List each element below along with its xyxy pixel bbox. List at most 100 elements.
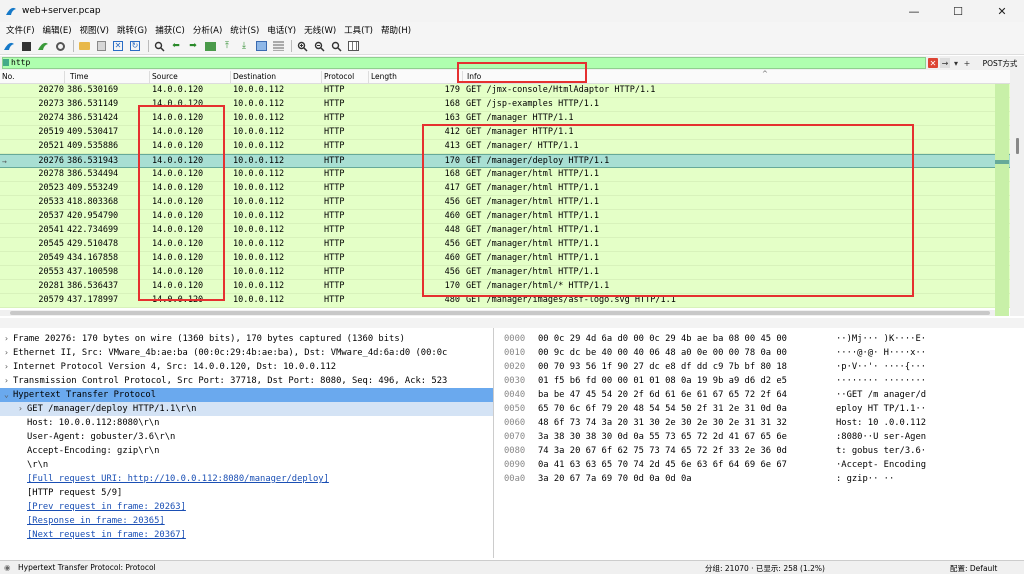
bytes-hex[interactable]: 74 3a 20 67 6f 62 75 73 74 65 72 2f 33 2…: [538, 444, 787, 458]
menu-capture[interactable]: 捕获(C): [151, 24, 189, 36]
bytes-offset[interactable]: 0060: [504, 416, 525, 430]
column-header-no[interactable]: No.: [2, 72, 14, 81]
filter-bookmark-icon[interactable]: [3, 59, 9, 66]
detail-link[interactable]: [Full request URI: http://10.0.0.112:808…: [27, 472, 329, 486]
detail-tree-item[interactable]: [HTTP request 5/9]: [0, 486, 493, 500]
tree-expanded-icon[interactable]: ⌄: [4, 388, 12, 402]
bytes-hex[interactable]: 0a 41 63 63 65 70 74 2d 45 6e 63 6f 64 6…: [538, 458, 787, 472]
bytes-offset[interactable]: 0080: [504, 444, 525, 458]
status-profile[interactable]: 配置: Default: [950, 563, 997, 574]
column-header-source[interactable]: Source: [152, 72, 178, 81]
bytes-hex[interactable]: 65 70 6c 6f 79 20 48 54 54 50 2f 31 2e 3…: [538, 402, 787, 416]
bytes-hex[interactable]: 48 6f 73 74 3a 20 31 30 2e 30 2e 30 2e 3…: [538, 416, 787, 430]
tree-collapsed-icon[interactable]: ›: [4, 346, 12, 360]
packet-list-scrollbar[interactable]: [1010, 70, 1024, 316]
capture-options-icon[interactable]: [53, 40, 67, 53]
maximize-button[interactable]: ☐: [936, 0, 980, 22]
tree-collapsed-icon[interactable]: ›: [4, 374, 12, 388]
bytes-ascii[interactable]: Host: 10 .0.0.112: [836, 416, 926, 430]
go-forward-icon[interactable]: ➡: [186, 40, 200, 53]
detail-link[interactable]: [Response in frame: 20365]: [27, 514, 165, 528]
bytes-offset[interactable]: 0090: [504, 458, 525, 472]
menu-statistics[interactable]: 统计(S): [226, 24, 263, 36]
auto-scroll-icon[interactable]: [254, 40, 268, 53]
start-capture-icon[interactable]: [2, 40, 16, 53]
detail-tree-item[interactable]: › Frame 20276: 170 bytes on wire (1360 bi…: [0, 332, 493, 346]
menu-edit[interactable]: 编辑(E): [39, 24, 76, 36]
bytes-hex[interactable]: ba be 47 45 54 20 2f 6d 61 6e 61 67 65 7…: [538, 388, 787, 402]
bytes-offset[interactable]: 0010: [504, 346, 525, 360]
bytes-offset[interactable]: 00a0: [504, 472, 525, 486]
detail-tree-item[interactable]: › Internet Protocol Version 4, Src: 14.0.…: [0, 360, 493, 374]
column-divider[interactable]: [321, 71, 322, 83]
detail-tree-item[interactable]: › Transmission Control Protocol, Src Port…: [0, 374, 493, 388]
close-button[interactable]: ✕: [980, 0, 1024, 22]
bytes-ascii[interactable]: :8080··U ser-Agen: [836, 430, 926, 444]
column-divider[interactable]: [368, 71, 369, 83]
colorize-icon[interactable]: [271, 40, 285, 53]
bytes-ascii[interactable]: : gzip·· ··: [836, 472, 894, 486]
bytes-offset[interactable]: 0020: [504, 360, 525, 374]
bytes-ascii[interactable]: eploy HT TP/1.1··: [836, 402, 926, 416]
bytes-hex[interactable]: 00 70 93 56 1f 90 27 dc e8 df dd c9 7b b…: [538, 360, 787, 374]
resize-columns-icon[interactable]: [346, 40, 360, 53]
filter-history-dropdown-icon[interactable]: ▾: [952, 58, 960, 68]
stop-capture-icon[interactable]: [19, 40, 33, 53]
go-to-packet-icon[interactable]: [203, 40, 217, 53]
detail-tree-item[interactable]: › GET /manager/deploy HTTP/1.1\r\n: [0, 402, 493, 416]
detail-tree-item[interactable]: User-Agent: gobuster/3.6\r\n: [0, 430, 493, 444]
menu-analyze[interactable]: 分析(A): [189, 24, 226, 36]
menu-go[interactable]: 跳转(G): [113, 24, 151, 36]
bytes-ascii[interactable]: ········ ········: [836, 374, 926, 388]
packet-list-hscroll-thumb[interactable]: [10, 311, 990, 315]
column-header-time[interactable]: Time: [70, 72, 88, 81]
tree-collapsed-icon[interactable]: ›: [4, 332, 12, 346]
detail-tree-item[interactable]: [Response in frame: 20365]: [0, 514, 493, 528]
minimize-button[interactable]: —: [892, 0, 936, 22]
menu-telephony[interactable]: 电话(Y): [263, 24, 300, 36]
go-back-icon[interactable]: ⬅: [169, 40, 183, 53]
menu-view[interactable]: 视图(V): [76, 24, 113, 36]
bytes-ascii[interactable]: ··GET /m anager/d: [836, 388, 926, 402]
restart-capture-icon[interactable]: [36, 40, 50, 53]
detail-link[interactable]: [Prev request in frame: 20263]: [27, 500, 186, 514]
bytes-ascii[interactable]: ·Accept- Encoding: [836, 458, 926, 472]
bytes-hex[interactable]: 00 0c 29 4d 6a d0 00 0c 29 4b ae ba 08 0…: [538, 332, 787, 346]
packet-list-scroll-thumb[interactable]: [1016, 138, 1019, 154]
bytes-offset[interactable]: 0000: [504, 332, 525, 346]
bytes-ascii[interactable]: ··)Mj··· )K····E·: [836, 332, 926, 346]
detail-tree-item[interactable]: › Ethernet II, Src: VMware_4b:ae:ba (00:0…: [0, 346, 493, 360]
bytes-hex[interactable]: 3a 20 67 7a 69 70 0d 0a 0d 0a: [538, 472, 692, 486]
zoom-in-icon[interactable]: [295, 40, 309, 53]
bytes-ascii[interactable]: ····@·@· H····x··: [836, 346, 926, 360]
last-packet-icon[interactable]: ⤓: [237, 40, 251, 53]
detail-tree-item[interactable]: Accept-Encoding: gzip\r\n: [0, 444, 493, 458]
detail-tree-item[interactable]: \r\n: [0, 458, 493, 472]
add-filter-button-icon[interactable]: +: [963, 58, 971, 68]
close-file-icon[interactable]: ✕: [111, 40, 125, 53]
detail-link[interactable]: [Next request in frame: 20367]: [27, 528, 186, 542]
menu-tools[interactable]: 工具(T): [340, 24, 377, 36]
bytes-ascii[interactable]: ·p·V··'· ····{···: [836, 360, 926, 374]
bytes-offset[interactable]: 0050: [504, 402, 525, 416]
detail-tree-item[interactable]: [Next request in frame: 20367]: [0, 528, 493, 542]
bytes-offset[interactable]: 0030: [504, 374, 525, 388]
zoom-out-icon[interactable]: [312, 40, 326, 53]
bytes-hex[interactable]: 01 f5 b6 fd 00 00 01 01 08 0a 19 9b a9 d…: [538, 374, 787, 388]
open-file-icon[interactable]: [77, 40, 91, 53]
packet-row[interactable]: 20270 386.530169 14.0.0.120 10.0.0.112 HTTP 1…: [0, 84, 1010, 98]
save-file-icon[interactable]: [94, 40, 108, 53]
column-header-protocol[interactable]: Protocol: [324, 72, 354, 81]
column-divider[interactable]: [149, 71, 150, 83]
filter-expression-button[interactable]: POST方式: [980, 58, 1020, 68]
menu-wireless[interactable]: 无线(W): [300, 24, 340, 36]
bytes-offset[interactable]: 0070: [504, 430, 525, 444]
detail-tree-item[interactable]: ⌄ Hypertext Transfer Protocol: [0, 388, 493, 402]
expert-info-icon[interactable]: ◉: [4, 563, 11, 572]
menu-file[interactable]: 文件(F): [2, 24, 39, 36]
reload-file-icon[interactable]: ↻: [128, 40, 142, 53]
column-divider[interactable]: [230, 71, 231, 83]
detail-tree-item[interactable]: [Prev request in frame: 20263]: [0, 500, 493, 514]
detail-tree-item[interactable]: Host: 10.0.0.112:8080\r\n: [0, 416, 493, 430]
packet-minimap[interactable]: [995, 84, 1009, 316]
